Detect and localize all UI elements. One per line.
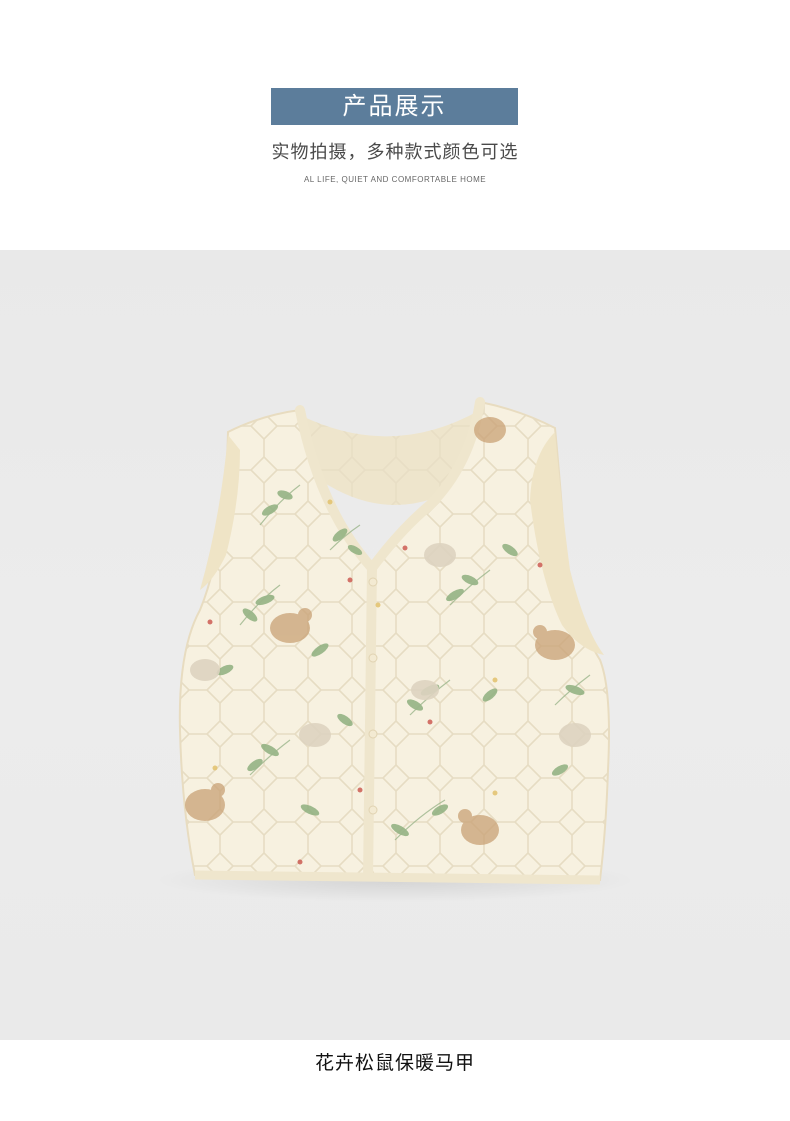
product-caption: 花卉松鼠保暖马甲 <box>314 1052 475 1074</box>
snap-button <box>368 577 378 587</box>
english-tagline: AL LIFE, QUIET AND COMFORTABLE HOME <box>303 175 487 184</box>
snap-button <box>368 653 378 663</box>
vest-hem-trim <box>194 870 601 885</box>
section-subtitle: 实物拍摄，多种款式颜色可选 <box>271 142 519 163</box>
snap-button <box>368 729 378 739</box>
vest-illustration <box>155 397 635 902</box>
snap-button <box>368 805 378 815</box>
product-photo <box>0 250 790 1040</box>
header-section: 产品展示 实物拍摄，多种款式颜色可选 AL LIFE, QUIET AND CO… <box>0 0 790 250</box>
section-title: 产品展示 <box>271 88 518 125</box>
vest-placket-trim <box>363 567 377 879</box>
